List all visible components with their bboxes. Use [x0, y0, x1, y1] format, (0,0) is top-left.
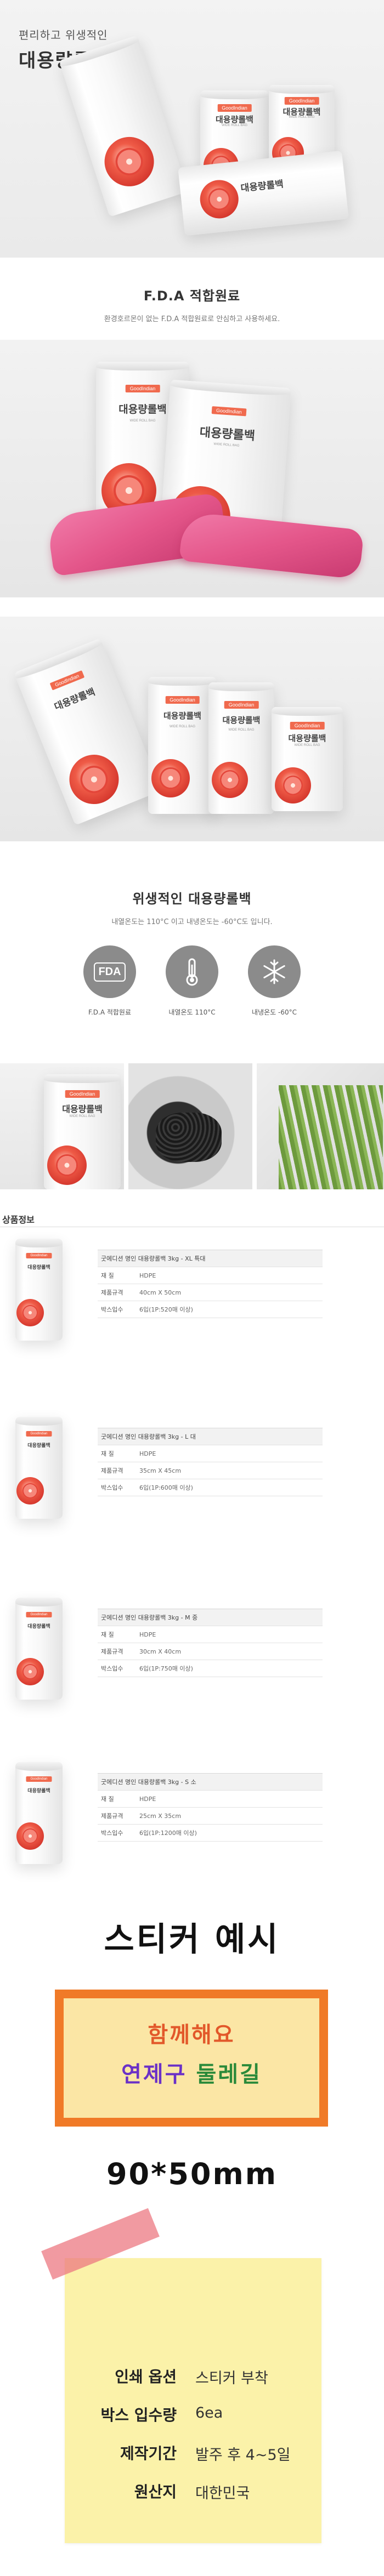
product-roll-image: GoodIndian 대용량롤백 WIDE ROLL BAG [148, 677, 217, 814]
spec-product-name: 굿에디션 명인 대용량롤백 3kg - M 중 [98, 1609, 323, 1626]
order-info-row: 제작기간 발주 후 4~5일 [65, 2442, 321, 2480]
product-roll-image: GoodIndian 대용량롤백 [13, 638, 162, 825]
product-photo-rolls: GoodIndian 대용량롤백 GoodIndian 대용량롤백 WIDE R… [0, 617, 384, 841]
spec-value: 6입(1P:600매 이상) [136, 1479, 323, 1496]
sticker-preview-inner: 함께해요 연제구 둘레길 [64, 1998, 319, 2118]
spec-product-name: 굿에디션 명인 대용량롤백 3kg - L 대 [98, 1428, 323, 1445]
sticker-line-1: 함께해요 [148, 2022, 235, 2048]
order-info-value: 발주 후 4~5일 [195, 2447, 291, 2464]
spec-key: 박스입수 [98, 1660, 136, 1677]
spec-key: 재 질 [98, 1790, 136, 1808]
fda-label: F.D.A 적합원료 [88, 1008, 132, 1016]
spec-table: 굿에디션 명인 대용량롤백 3kg - XL 특대 재 질 HDPE 제품규격 40… [98, 1250, 323, 1318]
product-spec-row: GoodIndian 대용량롤백 굿에디션 명인 대용량롤백 3kg - M 중… [0, 1587, 384, 1718]
spec-value: 25cm X 35cm [136, 1807, 323, 1825]
order-info-key: 원산지 [134, 2483, 177, 2501]
asparagus-photo [257, 1063, 384, 1189]
spec-key: 제품규격 [98, 1807, 136, 1825]
order-info-key: 제작기간 [120, 2444, 177, 2463]
order-info-row: 박스 입수량 6ea [65, 2403, 321, 2442]
order-info-value: 대한민국 [195, 2485, 250, 2502]
product-roll-image: GoodIndian 대용량롤백 [15, 1598, 63, 1700]
order-info-row: 인쇄 옵션 스티커 부착 [65, 2365, 321, 2403]
fda-block: F.D.A 적합원료 환경호르몬이 없는 F.D.A 적합원료로 안심하고 사용… [0, 285, 384, 323]
product-spec-row: GoodIndian 대용량롤백 굿에디션 명인 대용량롤백 3kg - XL … [0, 1228, 384, 1359]
order-info-value: 스티커 부착 [195, 2370, 268, 2387]
spec-value: HDPE [136, 1267, 323, 1284]
spec-value: 40cm X 50cm [136, 1284, 323, 1301]
sticker-size-block: 90*50mm [0, 2157, 384, 2191]
spec-key: 제품규격 [98, 1643, 136, 1660]
usage-photos: GoodIndian 대용량롤백 WIDE ROLL BAG [0, 1063, 384, 1189]
spec-key: 재 질 [98, 1445, 136, 1462]
product-photo-gloves: GoodIndian 대용량롤백 WIDE ROLL BAG GoodIndia… [0, 340, 384, 597]
product-roll-image: GoodIndian 대용량롤백 [15, 1417, 63, 1519]
thermometer-icon [166, 945, 218, 998]
fda-description: 환경호르몬이 없는 F.D.A 적합원료로 안심하고 사용하세요. [104, 315, 280, 323]
spec-value: HDPE [136, 1445, 323, 1462]
hero-section: 편리하고 위생적인 대용량롤백 GoodIndian 대용량롤백 WIDE RO… [0, 0, 384, 258]
spec-key: 제품규격 [98, 1284, 136, 1301]
hygiene-title: 위생적인 대용량롤백 [132, 891, 252, 907]
spec-value: 30cm X 40cm [136, 1643, 323, 1660]
heat-label: 내열온도 110°C [168, 1008, 216, 1016]
spec-key: 박스입수 [98, 1824, 136, 1842]
roll-photo-tile: GoodIndian 대용량롤백 WIDE ROLL BAG [0, 1063, 124, 1189]
sticker-title: 스티커 예시 [104, 1920, 280, 1959]
order-info-key: 인쇄 옵션 [115, 2368, 177, 2386]
spec-value: HDPE [136, 1790, 323, 1808]
spec-key: 재 질 [98, 1626, 136, 1643]
order-info-card: 인쇄 옵션 스티커 부착 박스 입수량 6ea 제작기간 발주 후 4~5일 원… [65, 2258, 321, 2543]
product-roll-image: GoodIndian 대용량롤백 WIDE ROLL BAG [44, 1074, 121, 1189]
spec-table: 굿에디션 명인 대용량롤백 3kg - M 중 재 질 HDPE 제품규격 30cm… [98, 1609, 323, 1677]
product-roll-image: GoodIndian 대용량롤백 [15, 1239, 63, 1341]
order-info-value: 6ea [195, 2404, 223, 2421]
spec-key: 박스입수 [98, 1301, 136, 1318]
hygiene-block: 위생적인 대용량롤백 내열온도는 110°C 이고 내냉온도는 -60°C도 입… [0, 888, 384, 926]
cold-label: 내냉온도 -60°C [252, 1008, 297, 1016]
product-info-title: 상품정보 [2, 1215, 35, 1225]
hygiene-description: 내열온도는 110°C 이고 내냉온도는 -60°C도 입니다. [111, 918, 273, 926]
product-spec-row: GoodIndian 대용량롤백 굿에디션 명인 대용량롤백 3kg - S 소… [0, 1751, 384, 1883]
spec-value: 6입(1P:750매 이상) [136, 1660, 323, 1677]
product-roll-image: GoodIndian 대용량롤백 WIDE ROLL BAG [272, 707, 343, 811]
rubber-glove-image [179, 511, 364, 580]
product-spec-row: GoodIndian 대용량롤백 굿에디션 명인 대용량롤백 3kg - L 대… [0, 1406, 384, 1537]
sticker-size: 90*50mm [106, 2157, 278, 2191]
fda-title: F.D.A 적합원료 [143, 288, 241, 304]
spec-value: 35cm X 45cm [136, 1462, 323, 1479]
product-roll-image: GoodIndian 대용량롤백 [15, 1762, 63, 1864]
spec-value: HDPE [136, 1626, 323, 1643]
spec-key: 박스입수 [98, 1479, 136, 1496]
food-in-bag-photo [128, 1063, 252, 1189]
hero-subtitle: 편리하고 위생적인 [19, 29, 108, 42]
sticker-line-2: 연제구 둘레길 [64, 2056, 319, 2088]
spec-value: 6입(1P:520매 이상) [136, 1301, 323, 1318]
sticker-preview: 함께해요 연제구 둘레길 [55, 1990, 328, 2127]
spec-product-name: 굿에디션 명인 대용량롤백 3kg - XL 특대 [98, 1250, 323, 1267]
order-info-row: 원산지 대한민국 [65, 2480, 321, 2518]
product-roll-image: GoodIndian 대용량롤백 WIDE ROLL BAG [208, 682, 274, 814]
spec-table: 굿에디션 명인 대용량롤백 3kg - S 소 재 질 HDPE 제품규격 25cm… [98, 1773, 323, 1842]
product-roll-image [59, 35, 188, 217]
fda-icon: FDA [83, 945, 136, 998]
spec-key: 제품규격 [98, 1462, 136, 1479]
spec-value: 6입(1P:1200매 이상) [136, 1824, 323, 1842]
order-info-key: 박스 입수량 [100, 2406, 177, 2424]
snowflake-icon [248, 945, 301, 998]
sticker-line-2a: 연제구 [121, 2062, 187, 2087]
spec-product-name: 굿에디션 명인 대용량롤백 3kg - S 소 [98, 1773, 323, 1791]
spec-table: 굿에디션 명인 대용량롤백 3kg - L 대 재 질 HDPE 제품규격 35cm… [98, 1428, 323, 1496]
spec-key: 재 질 [98, 1267, 136, 1284]
sticker-line-2b: 둘레길 [196, 2062, 262, 2087]
sticker-title-block: 스티커 예시 [0, 1913, 384, 1961]
